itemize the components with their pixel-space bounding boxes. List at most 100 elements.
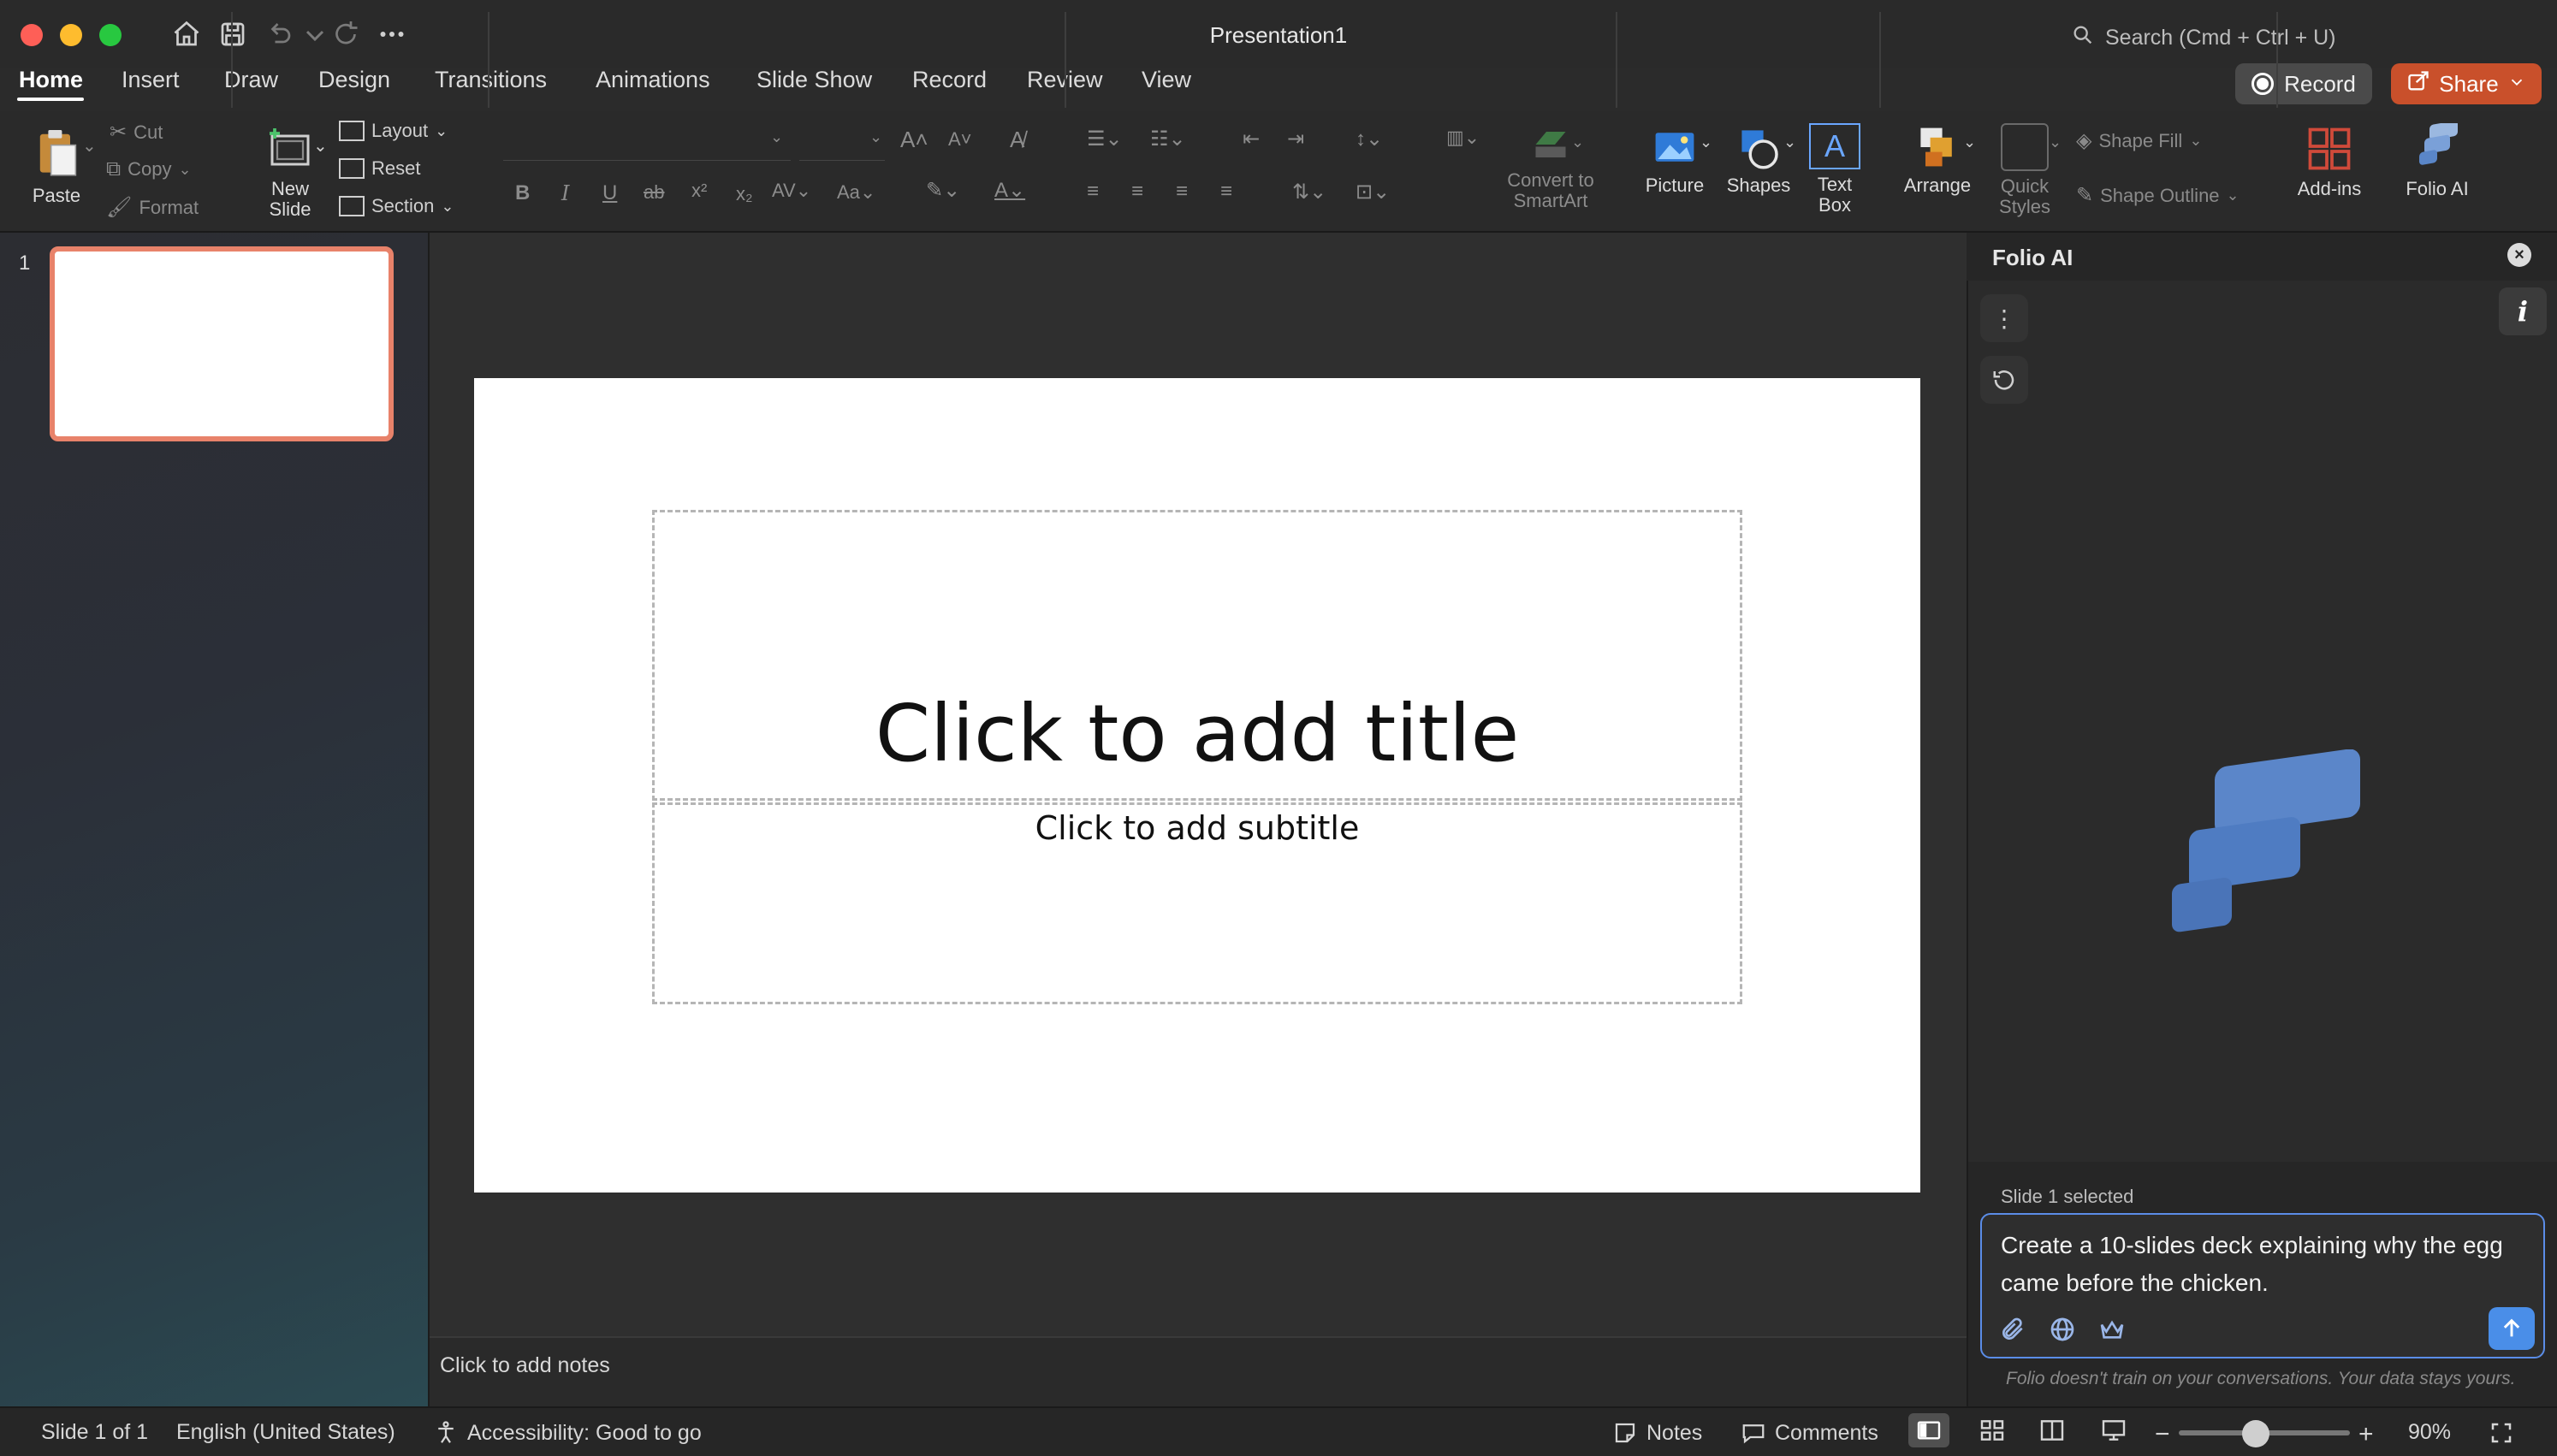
folio-menu-icon[interactable]: ⋮ (1980, 294, 2028, 342)
layout-button[interactable]: Layout ⌄ (339, 120, 448, 142)
tab-record[interactable]: Record (912, 67, 987, 93)
close-panel-icon[interactable]: × (2507, 243, 2531, 267)
tab-home[interactable]: Home (19, 67, 83, 93)
align-text-icon[interactable]: ⊡⌄ (1356, 180, 1390, 204)
convert-smartart-button[interactable]: Convert to SmartArt (1494, 123, 1607, 211)
comments-button[interactable]: Comments (1741, 1420, 1878, 1446)
format-painter-button[interactable]: 🖌 Format (106, 195, 199, 220)
share-icon (2406, 69, 2430, 99)
font-name-chevron-icon[interactable]: ⌄ (770, 128, 783, 146)
decrease-indent-icon[interactable]: ⇤ (1243, 127, 1260, 151)
home-icon[interactable] (171, 19, 202, 50)
reading-view-icon[interactable] (2032, 1413, 2073, 1447)
shape-fill-chevron-icon: ⌄ (2189, 132, 2203, 149)
notes-pane[interactable] (430, 1336, 1967, 1406)
web-search-icon[interactable] (2049, 1316, 2076, 1343)
search-field[interactable]: Search (Cmd + Ctrl + U) (2071, 21, 2345, 55)
zoom-slider-handle[interactable] (2242, 1420, 2269, 1447)
arrange-chevron-icon[interactable]: ⌄ (1963, 133, 1976, 151)
increase-font-size-icon[interactable]: A˄ (900, 127, 928, 153)
section-button[interactable]: Section ⌄ (339, 195, 454, 217)
normal-view-icon[interactable] (1908, 1413, 1949, 1447)
shape-fill-button[interactable]: ◈ Shape Fill ⌄ (2076, 128, 2202, 153)
change-case-icon[interactable]: Aa⌄ (837, 181, 875, 204)
new-slide-chevron-icon[interactable]: ⌄ (313, 135, 328, 157)
italic-icon[interactable]: I (561, 181, 569, 205)
zoom-out-icon[interactable]: − (2155, 1420, 2170, 1449)
subscript-icon[interactable]: x₂ (736, 183, 753, 205)
shapes-chevron-icon[interactable]: ⌄ (1783, 133, 1796, 151)
slide-sorter-view-icon[interactable] (1972, 1413, 2013, 1447)
numbering-icon[interactable]: ☷⌄ (1150, 127, 1186, 151)
prompt-input-text[interactable]: Create a 10-slides deck explaining why t… (2001, 1227, 2514, 1302)
font-name-dropdown[interactable] (503, 127, 791, 161)
slide-thumbnail[interactable] (50, 246, 394, 441)
close-window-button[interactable] (21, 24, 43, 46)
align-left-icon[interactable]: ≡ (1087, 180, 1099, 204)
comments-icon (1742, 1424, 1765, 1444)
tab-transitions[interactable]: Transitions (435, 67, 547, 93)
share-chevron-icon[interactable] (2507, 71, 2526, 98)
cut-button[interactable]: ✂ Cut (110, 120, 163, 145)
text-direction-icon[interactable]: ⇅⌄ (1292, 180, 1326, 204)
reset-button[interactable]: Reset (339, 157, 420, 180)
bullets-icon[interactable]: ☰⌄ (1087, 127, 1123, 151)
undo-menu-chevron-icon[interactable] (300, 19, 324, 50)
more-options-icon[interactable] (377, 19, 407, 50)
attach-icon[interactable] (1999, 1316, 2026, 1343)
fit-to-window-icon[interactable] (2489, 1420, 2514, 1446)
character-spacing-icon[interactable]: AV⌄ (772, 180, 811, 202)
crown-icon[interactable] (2098, 1316, 2126, 1343)
history-icon[interactable] (1980, 356, 2028, 404)
save-icon[interactable] (217, 19, 248, 50)
bold-icon[interactable]: B (515, 181, 530, 205)
text-box-button[interactable]: A Text Box (1806, 123, 1864, 216)
zoom-in-icon[interactable]: + (2358, 1420, 2374, 1449)
zoom-window-button[interactable] (99, 24, 122, 46)
columns-icon[interactable]: ▥⌄ (1446, 127, 1480, 149)
subtitle-placeholder-text[interactable]: Click to add subtitle (652, 809, 1742, 847)
justify-icon[interactable]: ≡ (1220, 180, 1232, 204)
underline-icon[interactable]: U (602, 181, 617, 205)
redo-icon[interactable] (330, 19, 361, 50)
clear-formatting-icon[interactable]: A̸ (1010, 127, 1024, 153)
superscript-icon[interactable]: x² (691, 180, 707, 202)
undo-icon[interactable] (264, 19, 294, 50)
highlight-color-icon[interactable]: ✎⌄ (926, 178, 960, 203)
tab-animations[interactable]: Animations (596, 67, 710, 93)
paste-button[interactable]: Paste (22, 123, 91, 206)
tab-view[interactable]: View (1142, 67, 1191, 93)
copy-button[interactable]: ⧉ Copy ⌄ (106, 157, 192, 181)
paste-chevron-icon[interactable]: ⌄ (82, 135, 97, 157)
increase-indent-icon[interactable]: ⇥ (1287, 127, 1304, 151)
minimize-window-button[interactable] (60, 24, 82, 46)
font-color-icon[interactable]: A⌄ (994, 178, 1025, 203)
ribbon-divider (1879, 12, 1881, 108)
picture-chevron-icon[interactable]: ⌄ (1700, 133, 1712, 151)
notes-placeholder[interactable]: Click to add notes (440, 1353, 610, 1378)
record-button[interactable]: Record (2235, 63, 2372, 104)
align-center-icon[interactable]: ≡ (1131, 180, 1143, 204)
decrease-font-size-icon[interactable]: A˅ (948, 128, 972, 151)
language-status[interactable]: English (United States) (176, 1420, 395, 1445)
tab-insert[interactable]: Insert (122, 67, 180, 93)
accessibility-status[interactable]: Accessibility: Good to go (433, 1420, 702, 1446)
align-right-icon[interactable]: ≡ (1176, 180, 1188, 204)
tab-slide-show[interactable]: Slide Show (756, 67, 872, 93)
info-icon[interactable]: i (2499, 287, 2547, 335)
convert-chevron-icon[interactable]: ⌄ (1571, 133, 1584, 151)
line-spacing-icon[interactable]: ↕⌄ (1356, 127, 1383, 151)
slide-show-view-icon[interactable] (2093, 1413, 2134, 1447)
strikethrough-icon[interactable]: ab (644, 181, 664, 204)
notes-toggle-button[interactable]: Notes (1612, 1420, 1702, 1446)
folio-ai-ribbon-button[interactable]: Folio AI (2393, 121, 2482, 199)
shape-outline-button[interactable]: ✎ Shape Outline ⌄ (2076, 183, 2240, 208)
quick-styles-chevron-icon[interactable]: ⌄ (2049, 133, 2062, 151)
title-placeholder-text[interactable]: Click to add title (652, 688, 1742, 779)
tab-design[interactable]: Design (318, 67, 390, 93)
font-size-chevron-icon[interactable]: ⌄ (869, 128, 882, 146)
send-button[interactable] (2489, 1307, 2535, 1350)
add-ins-button[interactable]: Add-ins (2290, 123, 2369, 199)
share-button[interactable]: Share (2391, 63, 2542, 104)
zoom-level[interactable]: 90% (2408, 1420, 2451, 1445)
